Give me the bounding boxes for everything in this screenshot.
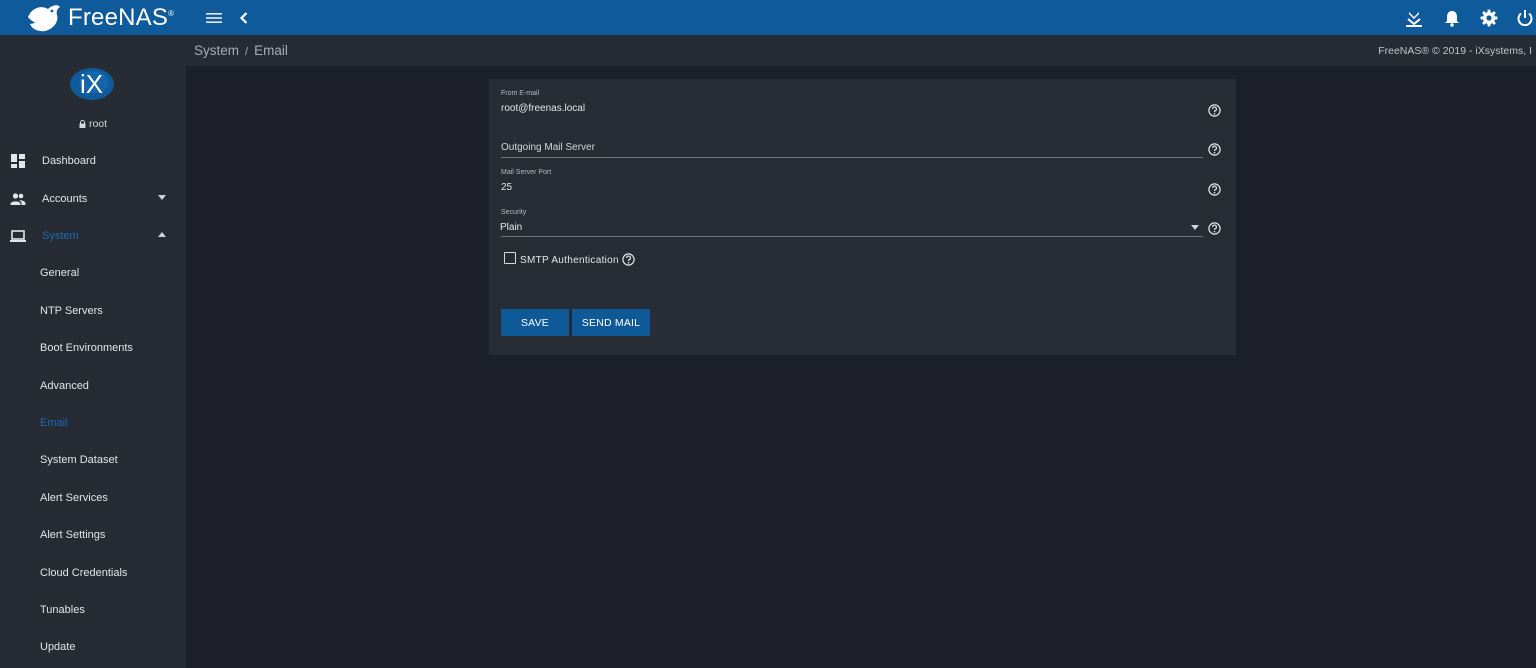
smtp-authentication-label[interactable]: SMTP Authentication bbox=[520, 255, 619, 266]
power-icon bbox=[1517, 10, 1533, 27]
alerts-button[interactable] bbox=[1441, 7, 1463, 29]
copyright-text: FreeNAS® © 2019 - iXsystems, I bbox=[1378, 45, 1532, 57]
top-toolbar: FreeNAS® bbox=[0, 0, 1536, 35]
ixsystems-logo-icon: iX bbox=[70, 68, 114, 100]
sidebar-item-label: System bbox=[42, 230, 79, 242]
help-icon[interactable] bbox=[1208, 183, 1221, 196]
sidebar-item-system[interactable]: System bbox=[0, 221, 186, 251]
freenas-bird-logo-icon bbox=[28, 4, 60, 31]
sidebar-subitem-email[interactable]: Email bbox=[0, 409, 186, 437]
sidebar-item-dashboard[interactable]: Dashboard bbox=[0, 146, 186, 176]
update-download-icon bbox=[1406, 12, 1422, 27]
breadcrumb: System / Email bbox=[194, 43, 288, 58]
help-icon[interactable] bbox=[622, 253, 635, 266]
chevron-up-icon bbox=[158, 232, 166, 237]
dashboard-icon bbox=[11, 154, 25, 168]
gear-icon bbox=[1480, 9, 1498, 27]
security-underline bbox=[501, 236, 1203, 237]
menu-icon bbox=[206, 13, 222, 23]
security-select[interactable]: Security Plain bbox=[500, 209, 1203, 239]
mail-server-port-label: Mail Server Port bbox=[501, 169, 552, 176]
save-button[interactable]: SAVE bbox=[501, 309, 569, 336]
security-label: Security bbox=[501, 209, 527, 216]
sidebar-subitem-tunables[interactable]: Tunables bbox=[0, 596, 186, 624]
chevron-down-icon bbox=[158, 195, 166, 200]
smtp-authentication-checkbox[interactable] bbox=[504, 252, 516, 264]
user-display: root bbox=[0, 118, 186, 130]
menu-toggle-button[interactable] bbox=[203, 7, 225, 29]
outgoing-mail-server-underline bbox=[501, 157, 1203, 158]
breadcrumb-system[interactable]: System bbox=[194, 43, 239, 58]
sidebar-subitem-general[interactable]: General bbox=[0, 259, 186, 287]
settings-button[interactable] bbox=[1478, 7, 1500, 29]
mail-server-port-field[interactable]: Mail Server Port 25 bbox=[501, 169, 1203, 199]
outgoing-mail-server-field[interactable]: Outgoing Mail Server bbox=[501, 139, 1203, 159]
sidebar-subitem-ntp-servers[interactable]: NTP Servers bbox=[0, 297, 186, 325]
sidebar-item-accounts[interactable]: Accounts bbox=[0, 184, 186, 214]
sidebar-subitem-cloud-credentials[interactable]: Cloud Credentials bbox=[0, 559, 186, 587]
security-selected-value[interactable]: Plain bbox=[500, 222, 522, 233]
collapse-sidebar-button[interactable] bbox=[233, 7, 255, 29]
help-icon[interactable] bbox=[1208, 104, 1221, 117]
breadcrumb-email: Email bbox=[254, 43, 288, 58]
chevron-down-icon[interactable] bbox=[1191, 225, 1199, 230]
lock-icon bbox=[79, 120, 86, 128]
sidebar-subitem-advanced[interactable]: Advanced bbox=[0, 372, 186, 400]
bell-icon bbox=[1445, 11, 1459, 27]
username: root bbox=[88, 118, 108, 130]
sidebar-subitem-alert-settings[interactable]: Alert Settings bbox=[0, 521, 186, 549]
from-email-field[interactable]: From E-mail root@freenas.local bbox=[501, 90, 1203, 120]
people-icon bbox=[10, 193, 26, 205]
outgoing-mail-server-placeholder[interactable]: Outgoing Mail Server bbox=[501, 142, 595, 153]
from-email-label: From E-mail bbox=[501, 90, 540, 97]
freenas-logo[interactable]: FreeNAS® bbox=[26, 2, 174, 33]
power-button[interactable] bbox=[1514, 7, 1536, 29]
brand-name: FreeNAS® bbox=[68, 3, 175, 31]
mail-server-port-value[interactable]: 25 bbox=[501, 182, 512, 193]
sidebar-subitem-update[interactable]: Update bbox=[0, 633, 186, 661]
from-email-value[interactable]: root@freenas.local bbox=[501, 103, 585, 114]
email-settings-form: From E-mail root@freenas.local Outgoing … bbox=[489, 79, 1236, 355]
help-icon[interactable] bbox=[1208, 222, 1221, 235]
sidebar-subitem-alert-services[interactable]: Alert Services bbox=[0, 484, 186, 512]
svg-text:iX: iX bbox=[80, 69, 103, 99]
chevron-left-icon bbox=[239, 12, 248, 24]
laptop-icon bbox=[10, 230, 26, 242]
sidebar-item-label: Dashboard bbox=[42, 155, 96, 167]
send-mail-button[interactable]: SEND MAIL bbox=[572, 309, 650, 336]
breadcrumb-separator: / bbox=[245, 46, 249, 58]
breadcrumb-bar: System / Email FreeNAS® © 2019 - iXsystems… bbox=[186, 35, 1536, 66]
system-update-button[interactable] bbox=[1403, 7, 1425, 29]
sidebar: iX root Dashboard Accounts System Genera… bbox=[0, 35, 186, 668]
help-icon[interactable] bbox=[1208, 143, 1221, 156]
sidebar-subitem-boot-environments[interactable]: Boot Environments bbox=[0, 334, 186, 362]
sidebar-item-label: Accounts bbox=[42, 193, 88, 205]
sidebar-subitem-system-dataset[interactable]: System Dataset bbox=[0, 446, 186, 474]
